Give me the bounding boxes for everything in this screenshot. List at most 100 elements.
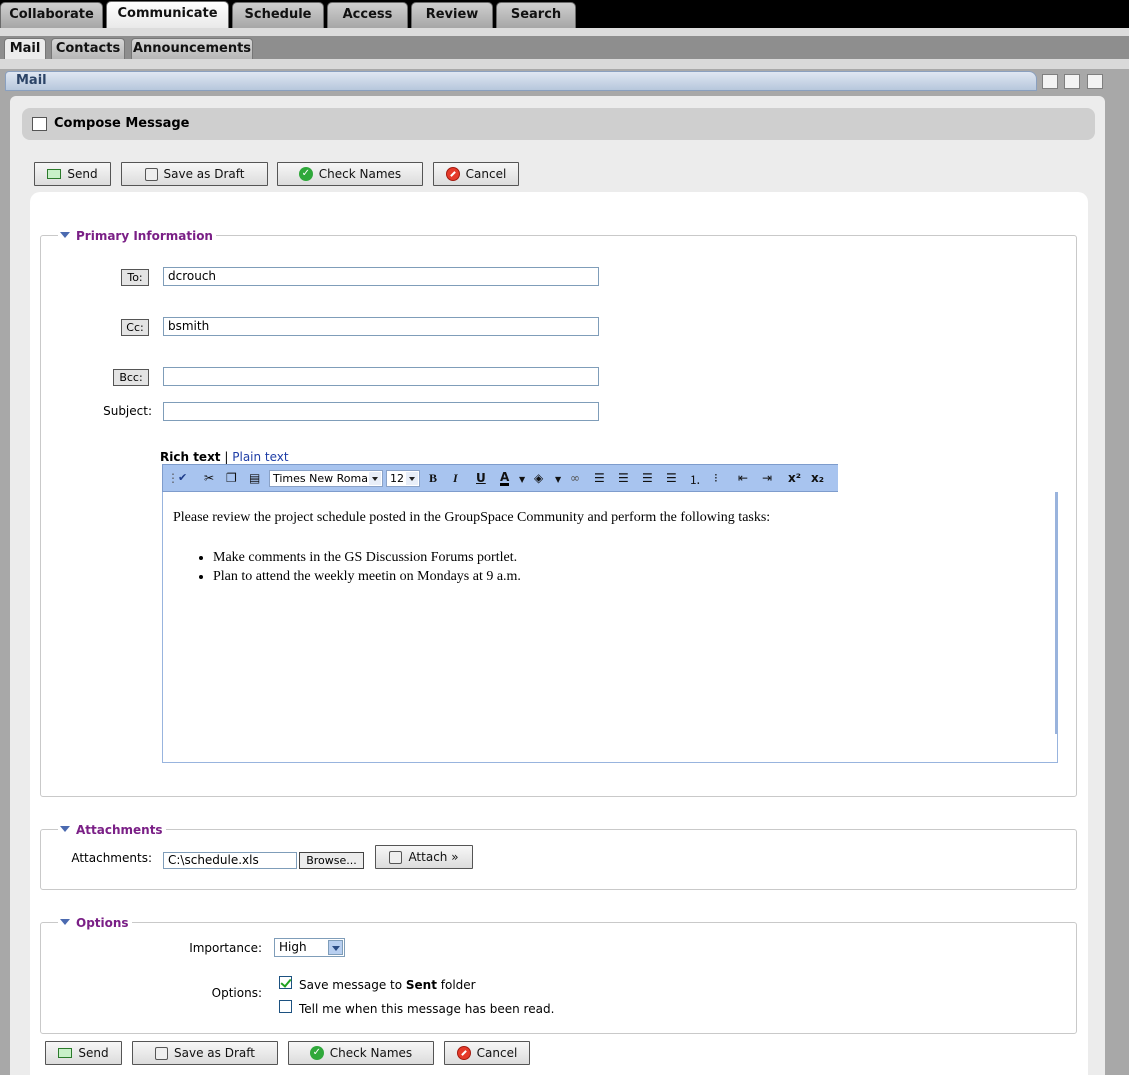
- send-button-top[interactable]: Send: [34, 162, 111, 186]
- save-draft-button-top[interactable]: Save as Draft: [121, 162, 268, 186]
- bold-icon[interactable]: B: [429, 471, 437, 486]
- editor-border: [1055, 492, 1057, 734]
- tab-review[interactable]: Review: [411, 2, 493, 28]
- compose-title: Compose Message: [54, 116, 190, 131]
- paste-icon[interactable]: ▤: [249, 471, 260, 485]
- options-legend[interactable]: Options: [58, 916, 132, 930]
- save-to-sent-suffix: folder: [436, 978, 476, 992]
- align-center-icon[interactable]: ☰: [618, 471, 629, 485]
- primary-info-legend[interactable]: Primary Information: [58, 229, 216, 243]
- task-list: Make comments in the GS Discussion Forum…: [213, 548, 521, 586]
- cc-field[interactable]: bsmith: [163, 317, 599, 336]
- highlight-color-icon[interactable]: ◈: [534, 471, 543, 485]
- toolbar-spacer: [838, 464, 1058, 492]
- save-to-sent-checkbox[interactable]: [279, 976, 292, 989]
- italic-icon[interactable]: I: [453, 471, 458, 486]
- attachments-label: Attachments:: [71, 851, 152, 865]
- attachments-legend[interactable]: Attachments: [58, 823, 166, 837]
- task-item: Plan to attend the weekly meetin on Mond…: [213, 567, 521, 586]
- superscript-icon[interactable]: x²: [788, 471, 801, 485]
- check-names-button-bottom[interactable]: ✓ Check Names: [288, 1041, 434, 1065]
- sub-tab-band: [0, 59, 1129, 69]
- save-draft-label: Save as Draft: [174, 1046, 255, 1060]
- save-draft-button-bottom[interactable]: Save as Draft: [132, 1041, 278, 1065]
- plain-text-mode-link[interactable]: Plain text: [232, 450, 288, 464]
- send-label: Send: [67, 167, 98, 181]
- attachment-path-field[interactable]: C:\schedule.xls: [163, 852, 297, 869]
- send-label: Send: [78, 1046, 109, 1060]
- tab-band: [0, 28, 1129, 36]
- font-color-icon[interactable]: A: [500, 471, 510, 486]
- underline-icon[interactable]: U: [476, 471, 486, 485]
- to-field[interactable]: dcrouch: [163, 267, 599, 286]
- bcc-field[interactable]: [163, 367, 599, 386]
- compose-header: Compose Message: [22, 108, 1095, 140]
- cut-icon[interactable]: ✂: [204, 471, 214, 485]
- tab-collaborate[interactable]: Collaborate: [0, 2, 103, 28]
- tab-access[interactable]: Access: [327, 2, 408, 28]
- align-left-icon[interactable]: ☰: [594, 471, 605, 485]
- editor-mode-switch: Rich text | Plain text: [160, 450, 289, 464]
- message-body-editor[interactable]: Please review the project schedule poste…: [162, 492, 1058, 763]
- chevron-down-icon[interactable]: ▼: [555, 475, 561, 484]
- portlet-title: Mail: [16, 73, 47, 88]
- cancel-button-bottom[interactable]: Cancel: [444, 1041, 530, 1065]
- save-icon: [144, 167, 158, 181]
- check-names-label: Check Names: [329, 1046, 413, 1060]
- subject-field[interactable]: [163, 402, 599, 421]
- outdent-icon[interactable]: ⇤: [738, 471, 748, 485]
- options-legend-text: Options: [76, 916, 129, 930]
- collapse-triangle-icon: [60, 826, 70, 832]
- numbered-list-icon[interactable]: ⒈: [689, 471, 701, 488]
- message-body-intro: Please review the project schedule poste…: [173, 510, 771, 525]
- chevron-down-icon: [406, 472, 418, 485]
- cancel-icon: [445, 167, 460, 181]
- to-button[interactable]: To:: [121, 269, 149, 286]
- cancel-label: Cancel: [465, 167, 507, 181]
- link-icon[interactable]: ∞: [570, 471, 580, 485]
- chevron-down-icon[interactable]: ▼: [519, 475, 525, 484]
- spellcheck-icon[interactable]: ✔: [178, 471, 187, 484]
- compose-message-icon: [32, 117, 47, 131]
- options-fieldset: [40, 922, 1077, 1034]
- cancel-icon: [456, 1046, 471, 1060]
- minimize-icon[interactable]: [1042, 74, 1058, 89]
- subtab-mail[interactable]: Mail: [4, 38, 46, 60]
- tab-search[interactable]: Search: [496, 2, 576, 28]
- subtab-contacts[interactable]: Contacts: [51, 38, 125, 60]
- upload-icon[interactable]: [1064, 74, 1080, 89]
- rich-text-mode[interactable]: Rich text: [160, 450, 221, 464]
- font-size-value: 12: [390, 472, 404, 485]
- browse-button[interactable]: Browse...: [299, 852, 364, 869]
- bulleted-list-icon[interactable]: ⁝: [714, 471, 718, 485]
- subtab-announcements[interactable]: Announcements: [131, 38, 253, 60]
- check-names-button-top[interactable]: ✓ Check Names: [277, 162, 423, 186]
- importance-select[interactable]: High: [274, 938, 345, 957]
- tab-schedule[interactable]: Schedule: [232, 2, 324, 28]
- bcc-button[interactable]: Bcc:: [113, 369, 149, 386]
- save-icon: [155, 1046, 169, 1060]
- attach-icon: [389, 850, 403, 864]
- save-to-sent-label: Save message to Sent folder: [299, 978, 476, 992]
- attach-button[interactable]: Attach »: [375, 845, 473, 869]
- subscript-icon[interactable]: x₂: [811, 471, 824, 485]
- read-receipt-checkbox[interactable]: [279, 1000, 292, 1013]
- tab-communicate[interactable]: Communicate: [106, 1, 229, 29]
- send-button-bottom[interactable]: Send: [45, 1041, 122, 1065]
- align-right-icon[interactable]: ☰: [642, 471, 653, 485]
- settings-icon[interactable]: [1087, 74, 1103, 89]
- importance-value: High: [279, 940, 307, 954]
- cc-button[interactable]: Cc:: [121, 319, 149, 336]
- save-to-sent-folder: Sent: [405, 978, 437, 992]
- font-size-select[interactable]: 12: [386, 470, 420, 487]
- check-names-label: Check Names: [318, 167, 402, 181]
- copy-icon[interactable]: ❐: [226, 471, 237, 485]
- indent-icon[interactable]: ⇥: [762, 471, 772, 485]
- mode-separator: |: [224, 450, 229, 464]
- font-family-select[interactable]: Times New Roman: [269, 470, 383, 487]
- chevron-down-icon: [369, 472, 381, 485]
- cancel-label: Cancel: [476, 1046, 518, 1060]
- collapse-triangle-icon: [60, 232, 70, 238]
- cancel-button-top[interactable]: Cancel: [433, 162, 519, 186]
- justify-icon[interactable]: ☰: [666, 471, 677, 485]
